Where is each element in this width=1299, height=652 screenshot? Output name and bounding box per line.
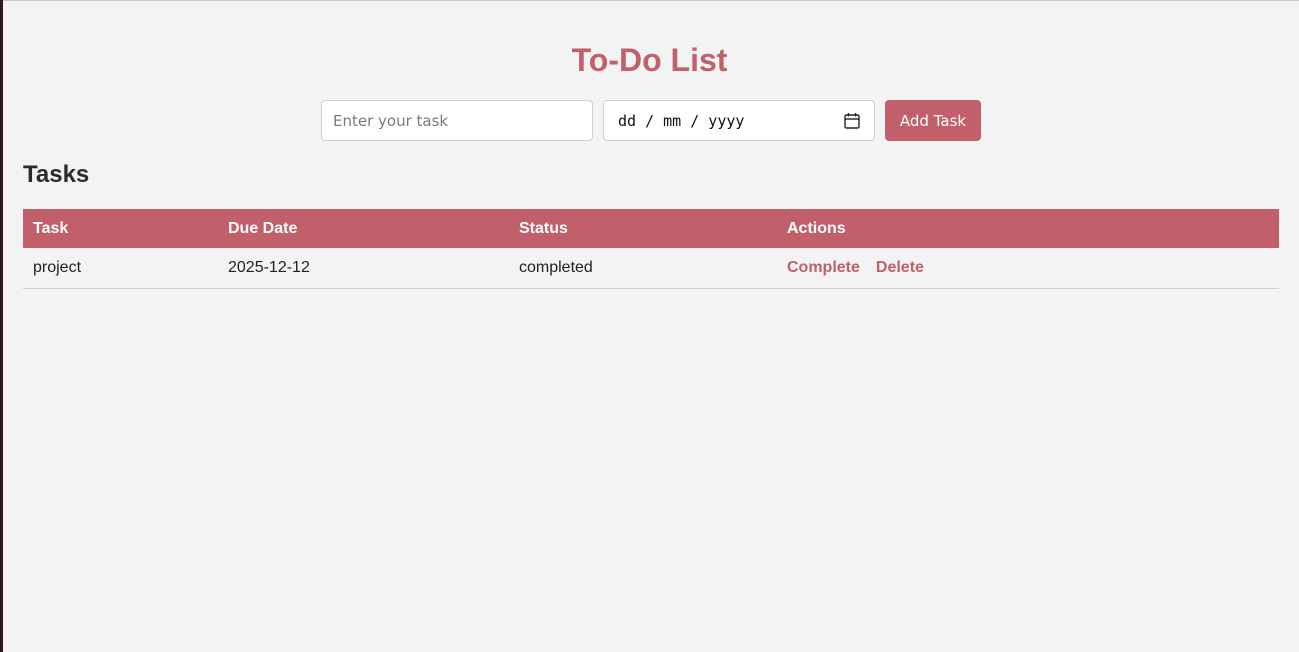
page: To-Do List dd / mm / yyyy Add Task Tasks…: [0, 0, 1299, 652]
add-task-button[interactable]: Add Task: [885, 100, 981, 141]
task-input[interactable]: [321, 100, 593, 141]
window-top-border: [3, 0, 1299, 1]
header-actions: Actions: [777, 209, 1279, 248]
task-due-date: 2025-12-12: [218, 248, 509, 289]
task-status: completed: [509, 248, 777, 289]
task-name: project: [23, 248, 218, 289]
table-header-row: Task Due Date Status Actions: [23, 209, 1279, 248]
tasks-table: Task Due Date Status Actions project 202…: [23, 209, 1279, 289]
due-date-input[interactable]: dd / mm / yyyy: [603, 100, 875, 141]
date-placeholder: dd / mm / yyyy: [618, 111, 745, 130]
tasks-heading: Tasks: [23, 161, 90, 188]
calendar-icon[interactable]: [844, 112, 860, 129]
table-row: project 2025-12-12 completed Complete Del…: [23, 248, 1279, 289]
complete-button[interactable]: Complete: [787, 259, 860, 276]
header-status: Status: [509, 209, 777, 248]
header-task: Task: [23, 209, 218, 248]
task-actions: Complete Delete: [777, 248, 1279, 289]
delete-button[interactable]: Delete: [876, 259, 924, 276]
add-task-form: dd / mm / yyyy Add Task: [321, 100, 981, 141]
page-title: To-Do List: [571, 42, 728, 78]
window-edge: [0, 0, 3, 652]
header-due-date: Due Date: [218, 209, 509, 248]
